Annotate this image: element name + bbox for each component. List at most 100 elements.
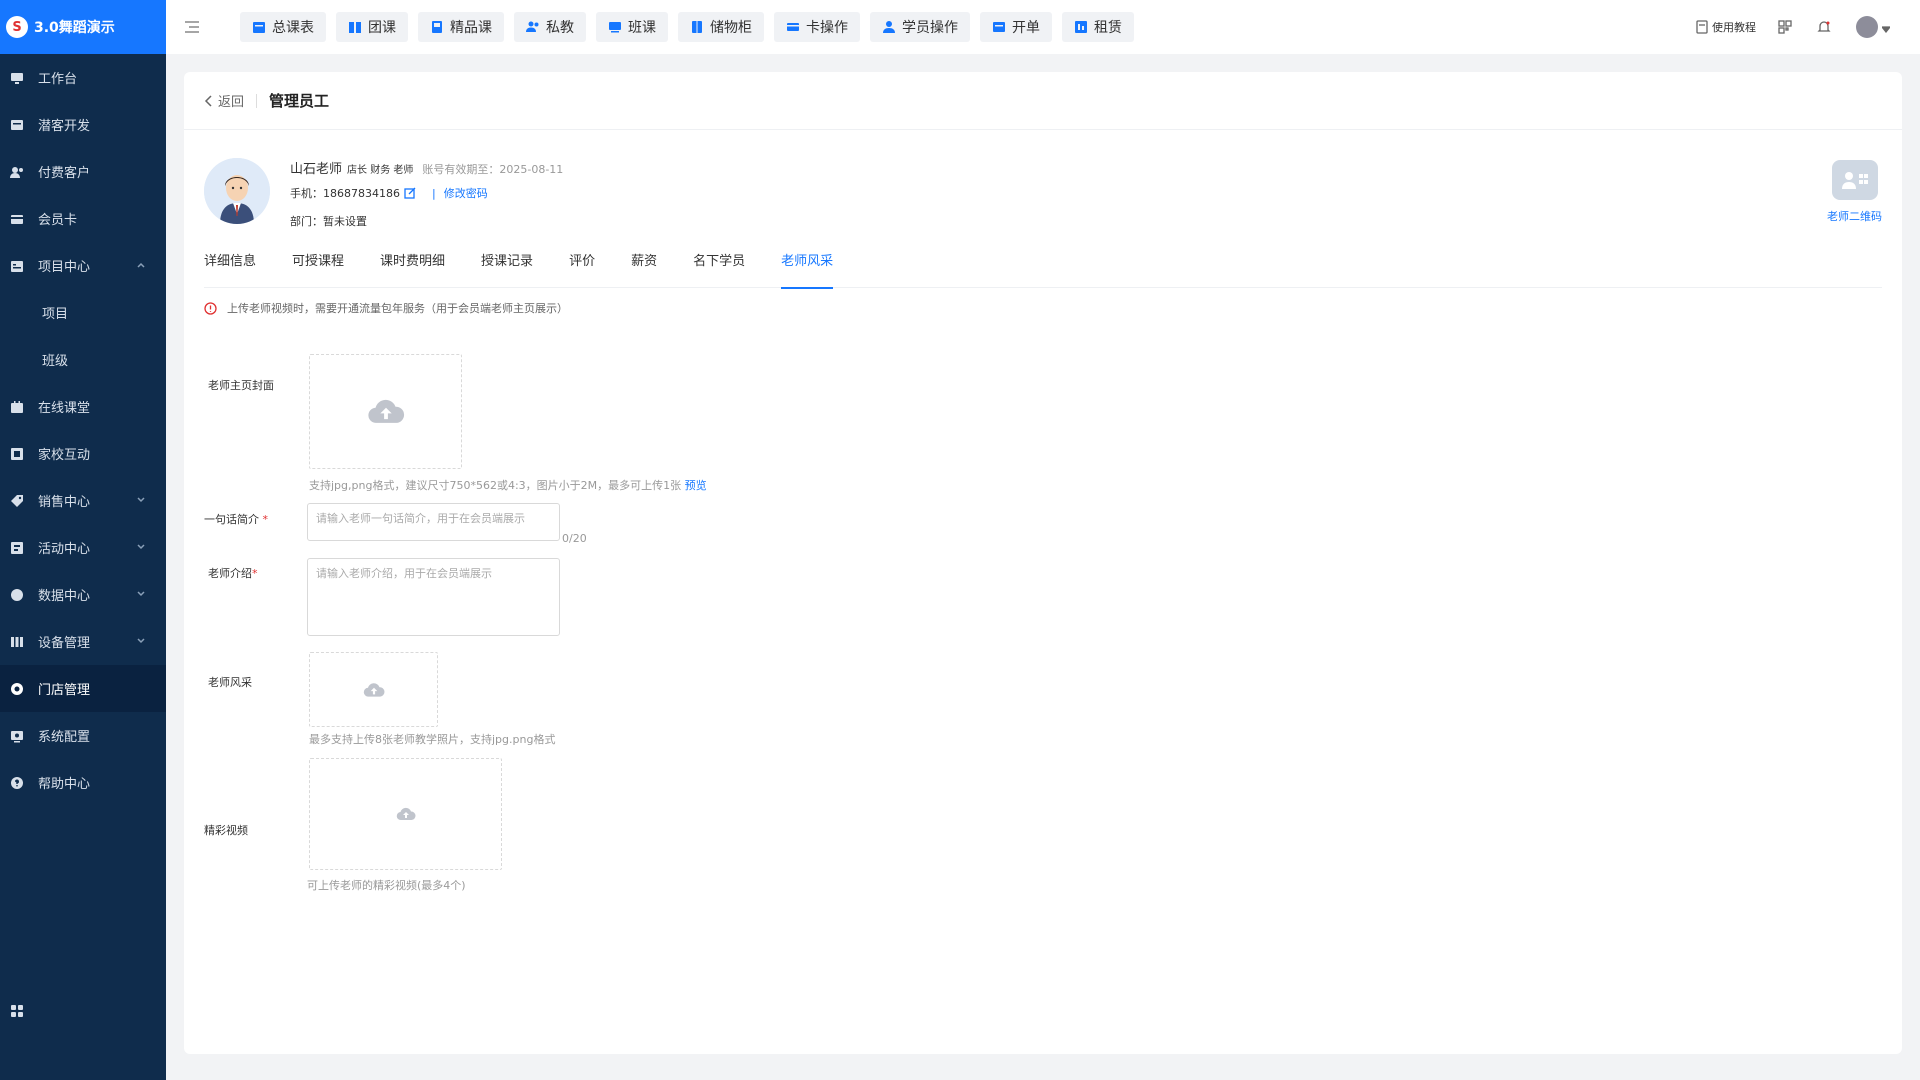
sidebar-item-help-center[interactable]: 帮助中心: [0, 759, 166, 806]
sidebar: S 3.0舞蹈演示 工作台 潜客开发 付费客户 会员卡 项目中心 项目 班级 在…: [0, 0, 166, 1080]
store-icon: [10, 682, 24, 696]
quick-rental-button[interactable]: 租赁: [1062, 12, 1134, 42]
qrcode-icon[interactable]: [1778, 20, 1795, 34]
quick-premium-class-button[interactable]: 精品课: [418, 12, 504, 42]
sidebar-item-label: 付费客户: [38, 166, 91, 181]
users-icon: [526, 20, 540, 34]
sidebar-item-membership-card[interactable]: 会员卡: [0, 195, 166, 242]
tab-fee-details[interactable]: 课时费明细: [380, 248, 445, 288]
document-icon: [1696, 20, 1708, 34]
classroom-icon: [10, 400, 24, 414]
sidebar-item-label: 项目中心: [38, 260, 91, 275]
quick-student-operation-button[interactable]: 学员操作: [870, 12, 970, 42]
settings-icon: [10, 729, 24, 743]
sidebar-item-prospect[interactable]: 潜客开发: [0, 101, 166, 148]
cover-upload[interactable]: [309, 354, 462, 469]
change-password-link[interactable]: 修改密码: [444, 185, 488, 201]
quick-order-button[interactable]: 开单: [980, 12, 1052, 42]
quick-schedule-button[interactable]: 总课表: [240, 12, 326, 42]
chart-icon: [10, 588, 24, 602]
tutorial-link[interactable]: 使用教程: [1695, 19, 1756, 35]
video-hint: 可上传老师的精彩视频(最多4个): [307, 879, 466, 892]
cover-hint: 支持jpg,png格式，建议尺寸750*562或4:3，图片小于2M，最多可上传…: [309, 477, 707, 493]
folder-icon: [10, 259, 24, 273]
sidebar-item-online-class[interactable]: 在线课堂: [0, 383, 166, 430]
sidebar-item-sales-center[interactable]: 销售中心: [0, 477, 166, 524]
quick-label: 储物柜: [710, 20, 752, 36]
sidebar-item-label: 潜客开发: [38, 119, 91, 134]
quick-label: 团课: [368, 20, 396, 36]
sidebar-subitem-class[interactable]: 班级: [0, 336, 166, 383]
sidebar-item-activity-center[interactable]: 活动中心: [0, 524, 166, 571]
chevron-up-icon: [136, 259, 146, 269]
edit-icon[interactable]: [404, 187, 416, 199]
quick-private-class-button[interactable]: 私教: [514, 12, 586, 42]
chevron-left-icon: [204, 94, 212, 107]
bell-icon[interactable]: [1817, 20, 1834, 34]
teacher-card-icon: [1831, 160, 1878, 200]
phone-value: 18687834186: [323, 186, 400, 200]
intro-input[interactable]: 请输入老师一句话简介，用于在会员端展示: [307, 503, 560, 541]
notice-text: 上传老师视频时，需要开通流量包年服务（用于会员端老师主页展示）: [227, 302, 568, 315]
preview-link[interactable]: 预览: [685, 479, 707, 492]
teacher-qrcode[interactable]: 老师二维码: [1827, 160, 1882, 224]
tab-salary[interactable]: 薪资: [631, 248, 657, 288]
desc-label: 老师介绍*: [208, 565, 258, 581]
sidebar-item-label: 系统配置: [38, 730, 91, 745]
app-logo[interactable]: S 3.0舞蹈演示: [0, 0, 166, 54]
quick-class-course-button[interactable]: 班课: [596, 12, 668, 42]
page-title: 管理员工: [269, 92, 330, 110]
tab-students[interactable]: 名下学员: [693, 248, 745, 288]
quick-card-operation-button[interactable]: 卡操作: [774, 12, 860, 42]
quick-group-class-button[interactable]: 团课: [336, 12, 408, 42]
customers-icon: [10, 165, 24, 179]
tab-bar: 详细信息 可授课程 课时费明细 授课记录 评价 薪资 名下学员 老师风采: [204, 248, 1882, 289]
premium-icon: [430, 20, 444, 34]
menu-toggle-icon[interactable]: [184, 20, 200, 34]
topbar: 总课表 团课 精品课 私教 班课 储物柜 卡操作 学员操作 开单 租赁 使用教程: [166, 0, 1920, 54]
user-menu[interactable]: [1856, 16, 1892, 38]
tab-teacher-style[interactable]: 老师风采: [781, 248, 834, 289]
quick-label: 私教: [546, 20, 574, 36]
quick-label: 开单: [1012, 20, 1040, 36]
sidebar-subitem-project[interactable]: 项目: [0, 289, 166, 336]
calendar-icon: [252, 20, 266, 34]
back-button[interactable]: 返回: [204, 91, 244, 110]
sidebar-item-data-center[interactable]: 数据中心: [0, 571, 166, 618]
sidebar-item-system-config[interactable]: 系统配置: [0, 712, 166, 759]
video-upload[interactable]: [309, 758, 502, 870]
sidebar-item-project-center[interactable]: 项目中心: [0, 242, 166, 289]
style-photo-upload[interactable]: [309, 652, 438, 727]
sidebar-item-customers[interactable]: 付费客户: [0, 148, 166, 195]
device-icon: [10, 635, 24, 649]
desc-textarea[interactable]: 请输入老师介绍，用于在会员端展示: [307, 558, 560, 636]
chevron-down-icon: [136, 588, 146, 598]
main-card: 返回 管理员工 山石老师 店长 财务 老师 账号有效期至：2025-08-11: [184, 72, 1902, 1054]
tab-teaching-records[interactable]: 授课记录: [481, 248, 533, 288]
tutorial-label: 使用教程: [1712, 21, 1756, 34]
locker-icon: [690, 20, 704, 34]
sidebar-item-home-school[interactable]: 家校互动: [0, 430, 166, 477]
credit-card-icon: [786, 20, 800, 34]
quick-locker-button[interactable]: 储物柜: [678, 12, 764, 42]
cover-label: 老师主页封面: [208, 379, 274, 392]
tab-courses[interactable]: 可授课程: [292, 248, 344, 288]
sidebar-item-label: 在线课堂: [38, 401, 91, 416]
tab-reviews[interactable]: 评价: [569, 248, 595, 288]
sidebar-item-workbench[interactable]: 工作台: [0, 54, 166, 101]
quick-label: 学员操作: [902, 20, 958, 36]
sidebar-item-device-management[interactable]: 设备管理: [0, 618, 166, 665]
warning-icon: [204, 301, 217, 315]
intro-label-text: 一句话简介: [204, 513, 259, 526]
phone-label: 手机：: [290, 187, 323, 200]
back-label: 返回: [218, 95, 245, 110]
intro-char-count: 0/20: [562, 532, 587, 545]
tab-details[interactable]: 详细信息: [204, 248, 256, 288]
monitor-icon: [608, 20, 622, 34]
desc-label-text: 老师介绍: [208, 567, 252, 580]
chevron-down-icon: [136, 541, 146, 551]
sidebar-item-store-management[interactable]: 门店管理: [0, 665, 166, 712]
app-grid-icon[interactable]: [10, 1004, 24, 1018]
staff-roles: 店长 财务 老师: [347, 165, 414, 176]
quick-actions: 总课表 团课 精品课 私教 班课 储物柜 卡操作 学员操作 开单 租赁: [240, 12, 1134, 42]
